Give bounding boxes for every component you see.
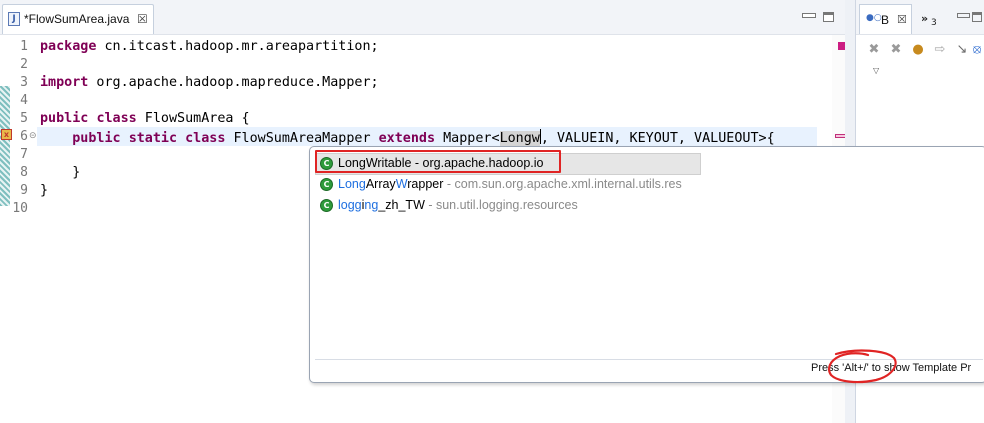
proposal-match: Long [338,177,366,191]
line-number: 3 [20,75,28,90]
code-text: cn.itcast.hadoop.mr.areapartition; [96,39,379,54]
code-line-1[interactable]: package cn.itcast.hadoop.mr.areapartitio… [40,39,379,54]
java-file-icon: J [8,12,20,26]
keyword: public [40,111,89,126]
more-views-chevron-icon[interactable]: » [921,12,928,25]
proposal-match: W [395,177,408,191]
proposal-match: ng [364,198,379,212]
line-number: 2 [20,57,28,72]
class-icon: C [320,178,333,191]
typed-prefix: Longw [499,131,540,147]
maximize-editor-button[interactable] [823,12,834,22]
export-icon[interactable]: ⇨ [932,42,948,58]
editor-tab-flowsumarea[interactable]: J *FlowSumArea.java ☒ [2,4,154,34]
close-tab-icon[interactable]: ☒ [137,12,148,26]
proposal-longarraywrapper[interactable]: C LongArrayWrapper - com.sun.org.apache.… [316,175,700,195]
code-line-6[interactable]: public static class FlowSumAreaMapper ex… [40,129,775,147]
proposal-name: Array [365,177,396,191]
side-tab-label: B [881,13,890,27]
class-icon: C [320,199,333,212]
quick-diff-change-bar [0,86,10,206]
line-number: 4 [20,93,28,108]
hidden-views-count: 3 [931,18,937,28]
view-menu-icon[interactable]: ▽ [873,66,879,75]
keyword: class [185,131,226,146]
proposal-name: _zh_TW [378,198,425,212]
error-summary-icon[interactable] [838,42,845,50]
proposal-name: rapper [407,177,444,191]
error-quickfix-icon[interactable]: x [1,129,12,140]
code-text: FlowSumAreaMapper [225,131,379,146]
keyword: public [72,131,121,146]
link-icon[interactable]: ● [910,42,926,58]
proposal-match: logg [338,198,362,212]
code-line-8[interactable]: } [40,165,80,180]
line-number: 5 [20,111,28,126]
red-annotation-box [315,150,561,173]
proposal-logging-zh-tw[interactable]: C logging_zh_TW - sun.util.logging.resou… [316,196,700,216]
code-text: FlowSumArea { [136,111,250,126]
minimize-editor-button[interactable] [802,13,816,18]
skip-breakpoints-icon[interactable]: ⦻ [969,42,984,58]
remove-all-icon[interactable]: ✖ [888,42,904,58]
breakpoints-icon: ●○ [866,13,882,23]
content-assist-popup: C LongWritable - org.apache.hadoop.io C … [309,146,984,383]
keyword: package [40,39,97,54]
code-text: org.apache.hadoop.mapreduce.Mapper; [88,75,379,90]
line-number: 6 [20,129,28,144]
code-line-5[interactable]: public class FlowSumArea { [40,111,250,126]
side-view-tab[interactable]: ●○ B ☒ [859,4,912,34]
fold-toggle-icon[interactable]: ⊝ [29,131,37,141]
minimize-view-button[interactable] [957,13,970,18]
remove-icon[interactable]: ✖ [866,42,882,58]
line-number: 10 [12,201,28,216]
code-line-9[interactable]: } [40,183,48,198]
line-number: 8 [20,165,28,180]
line-number: 9 [20,183,28,198]
red-annotation-scribble [828,349,897,384]
line-number: 1 [20,39,28,54]
code-text: Mapper< [435,131,500,146]
keyword: extends [378,131,436,146]
keyword: class [96,111,137,126]
keyword: static [128,131,178,146]
editor-tab-bar: J *FlowSumArea.java ☒ [0,0,845,35]
editor-tab-title: *FlowSumArea.java [24,12,130,26]
line-number: 7 [20,147,28,162]
proposal-package: - com.sun.org.apache.xml.internal.utils.… [443,177,682,191]
maximize-view-button[interactable] [972,12,982,22]
code-line-3[interactable]: import org.apache.hadoop.mapreduce.Mappe… [40,75,379,90]
keyword: import [40,75,89,90]
close-tab-icon[interactable]: ☒ [897,13,907,26]
pin-icon[interactable]: ↘ [954,42,970,58]
side-view-tab-bar: ●○ B ☒ » 3 [856,0,984,35]
proposal-package: - sun.util.logging.resources [424,198,578,212]
code-text: , VALUEIN, KEYOUT, VALUEOUT>{ [540,131,775,147]
